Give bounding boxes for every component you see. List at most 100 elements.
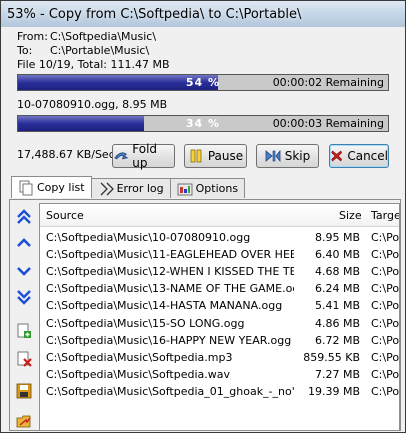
cell-size: 6.24 MB <box>314 282 360 296</box>
cell-target: C:\Po <box>371 299 400 313</box>
save-list-button[interactable] <box>15 382 33 400</box>
cancel-x-icon <box>331 150 342 162</box>
tab-strip: Copy list Error log Options <box>11 176 246 199</box>
cell-target: C:\Po <box>371 333 400 347</box>
copy-list[interactable]: Source Size Targe C:\Softpedia\Music\10-… <box>39 203 400 431</box>
cell-source: C:\Softpedia\Music\13-NAME OF THE GAME.o… <box>46 282 294 296</box>
cell-size: 8.95 MB <box>314 231 360 244</box>
list-item[interactable]: C:\Softpedia\Music\15-SO LONG.ogg 4.86 MB… <box>40 317 399 334</box>
file-progress-bar: 34 % 00:00:03 Remaining <box>17 115 389 132</box>
list-header: Source Size Targe <box>40 204 399 227</box>
from-path: C:\Softpedia\Music\ <box>50 30 157 43</box>
cell-size: 5.41 MB <box>314 299 360 313</box>
list-item[interactable]: C:\Softpedia\Music\12-WHEN I KISSED THE … <box>40 265 399 282</box>
pause-icon <box>190 149 202 163</box>
cell-target: C:\Po <box>371 384 400 398</box>
move-top-button[interactable] <box>15 208 33 226</box>
file-count-line: File 10/19, Total: 111.47 MB <box>17 58 170 71</box>
total-remaining: 00:00:02 Remaining <box>272 76 384 89</box>
copy-list-icon <box>19 180 33 195</box>
file-remaining: 00:00:03 Remaining <box>272 117 384 130</box>
pause-label: Pause <box>207 149 244 163</box>
list-item[interactable]: C:\Softpedia\Music\16-HAPPY NEW YEAR.ogg… <box>40 334 399 351</box>
move-top-icon <box>17 209 31 224</box>
pause-button[interactable]: Pause <box>184 144 247 168</box>
list-item[interactable]: C:\Softpedia\Music\14-HASTA MANANA.ogg 5.… <box>40 299 399 316</box>
options-icon <box>177 183 193 195</box>
column-target[interactable]: Targe <box>371 209 399 222</box>
title-bar[interactable]: 53% - Copy from C:\Softpedia\ to C:\Port… <box>1 1 405 27</box>
cell-size: 7.27 MB <box>314 367 360 381</box>
cell-target: C:\Po <box>371 265 400 279</box>
list-item[interactable]: C:\Softpedia\Music\13-NAME OF THE GAME.o… <box>40 282 399 299</box>
move-down-button[interactable] <box>15 262 33 280</box>
list-item[interactable]: C:\Softpedia\Music\10-07080910.ogg 8.95 M… <box>40 231 399 248</box>
cell-target: C:\Po <box>371 350 400 364</box>
cell-target: C:\Po <box>371 316 400 330</box>
move-up-icon <box>17 238 31 247</box>
cell-target: C:\Po <box>371 231 400 244</box>
list-item[interactable]: C:\Softpedia\Music\Softpedia.mp3 859.55 K… <box>40 351 399 368</box>
to-path: C:\Portable\Music\ <box>50 44 150 57</box>
move-bottom-icon <box>17 290 31 305</box>
tab-error-log-label: Error log <box>116 182 164 195</box>
cell-source: C:\Softpedia\Music\Softpedia.wav <box>46 367 231 381</box>
from-label: From: <box>17 30 48 43</box>
tab-copy-list-label: Copy list <box>37 181 85 194</box>
move-down-icon <box>17 267 31 276</box>
tab-error-log[interactable]: Error log <box>90 178 171 198</box>
transfer-speed: 17,488.67 KB/Sec <box>17 148 115 161</box>
move-up-button[interactable] <box>15 234 33 252</box>
cell-source: C:\Softpedia\Music\12-WHEN I KISSED THE … <box>46 265 294 279</box>
skip-button[interactable]: Skip <box>256 144 319 168</box>
list-item[interactable]: C:\Softpedia\Music\Softpedia_01_ghoak_-_… <box>40 385 399 402</box>
cell-size: 4.86 MB <box>314 316 360 330</box>
window-title: 53% - Copy from C:\Softpedia\ to C:\Port… <box>7 6 302 22</box>
add-files-button[interactable] <box>15 322 33 340</box>
tab-copy-list[interactable]: Copy list <box>11 176 92 198</box>
tab-options[interactable]: Options <box>169 178 246 198</box>
cancel-label: Cancel <box>347 149 388 163</box>
save-list-icon <box>16 383 32 399</box>
list-item[interactable]: C:\Softpedia\Music\Softpedia.wav 7.27 MB C… <box>40 368 399 385</box>
remove-files-button[interactable] <box>15 350 33 368</box>
cell-source: C:\Softpedia\Music\Softpedia_01_ghoak_-_… <box>46 384 294 398</box>
error-log-icon <box>100 182 114 195</box>
load-list-icon <box>16 415 31 428</box>
list-item[interactable]: C:\Softpedia\Music\11-EAGLEHEAD OVER HEE… <box>40 248 399 265</box>
cancel-button[interactable]: Cancel <box>329 144 389 168</box>
cell-target: C:\Po <box>371 248 400 262</box>
column-source[interactable]: Source <box>46 209 84 222</box>
cell-source: C:\Softpedia\Music\14-HASTA MANANA.ogg <box>46 299 283 313</box>
cell-size: 6.40 MB <box>314 248 360 262</box>
copy-list-panel: Source Size Targe C:\Softpedia\Music\10-… <box>9 199 401 431</box>
fold-up-button[interactable]: Fold up <box>112 142 175 170</box>
cell-source: C:\Softpedia\Music\15-SO LONG.ogg <box>46 316 245 330</box>
copy-window: 53% - Copy from C:\Softpedia\ to C:\Port… <box>0 0 406 433</box>
load-list-button[interactable] <box>15 412 33 430</box>
from-line: From: C:\Softpedia\Music\ <box>17 30 156 43</box>
fold-up-icon <box>114 152 129 160</box>
to-line: To: C:\Portable\Music\ <box>17 44 149 57</box>
cell-size: 19.39 MB <box>307 384 360 398</box>
cell-source: C:\Softpedia\Music\Softpedia.mp3 <box>46 350 233 364</box>
add-files-icon <box>17 323 31 338</box>
move-bottom-button[interactable] <box>15 288 33 306</box>
cell-size: 4.68 MB <box>314 265 360 279</box>
skip-icon <box>265 149 281 163</box>
cell-target: C:\Po <box>371 282 400 296</box>
fold-up-label: Fold up <box>132 142 158 170</box>
skip-label: Skip <box>284 149 311 163</box>
cell-source: C:\Softpedia\Music\16-HAPPY NEW YEAR.ogg <box>46 333 292 347</box>
column-size[interactable]: Size <box>339 209 362 222</box>
cell-source: C:\Softpedia\Music\10-07080910.ogg <box>46 231 251 244</box>
cell-size: 6.72 MB <box>314 333 360 347</box>
cell-source: C:\Softpedia\Music\11-EAGLEHEAD OVER HEE… <box>46 248 294 262</box>
current-file-label: 10-07080910.ogg, 8.95 MB <box>17 98 168 111</box>
tab-options-label: Options <box>195 182 239 195</box>
total-progress-bar: 54 % 00:00:02 Remaining <box>17 74 389 91</box>
to-label: To: <box>17 44 33 57</box>
cell-size: 859.55 KB <box>303 350 360 364</box>
cell-target: C:\Po <box>371 367 400 381</box>
remove-files-icon <box>17 351 32 367</box>
